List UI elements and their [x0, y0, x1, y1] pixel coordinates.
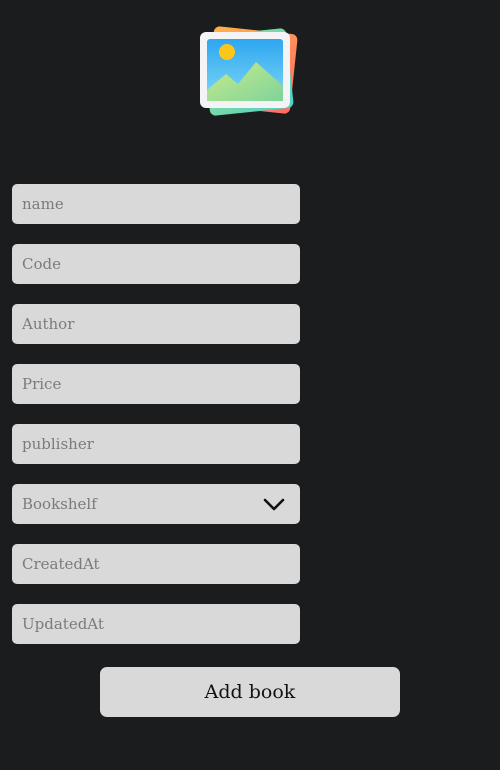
price-input[interactable] [12, 364, 300, 404]
author-input[interactable] [12, 304, 300, 344]
updated-at-input[interactable] [12, 604, 300, 644]
bookshelf-select[interactable]: Bookshelf [12, 484, 300, 524]
publisher-input[interactable] [12, 424, 300, 464]
bookshelf-select-placeholder: Bookshelf [22, 495, 97, 513]
add-book-button[interactable]: Add book [100, 667, 400, 717]
code-input[interactable] [12, 244, 300, 284]
created-at-input[interactable] [12, 544, 300, 584]
chevron-down-icon[interactable] [262, 496, 286, 512]
image-placeholder-icon[interactable] [198, 24, 302, 118]
name-input[interactable] [12, 184, 300, 224]
